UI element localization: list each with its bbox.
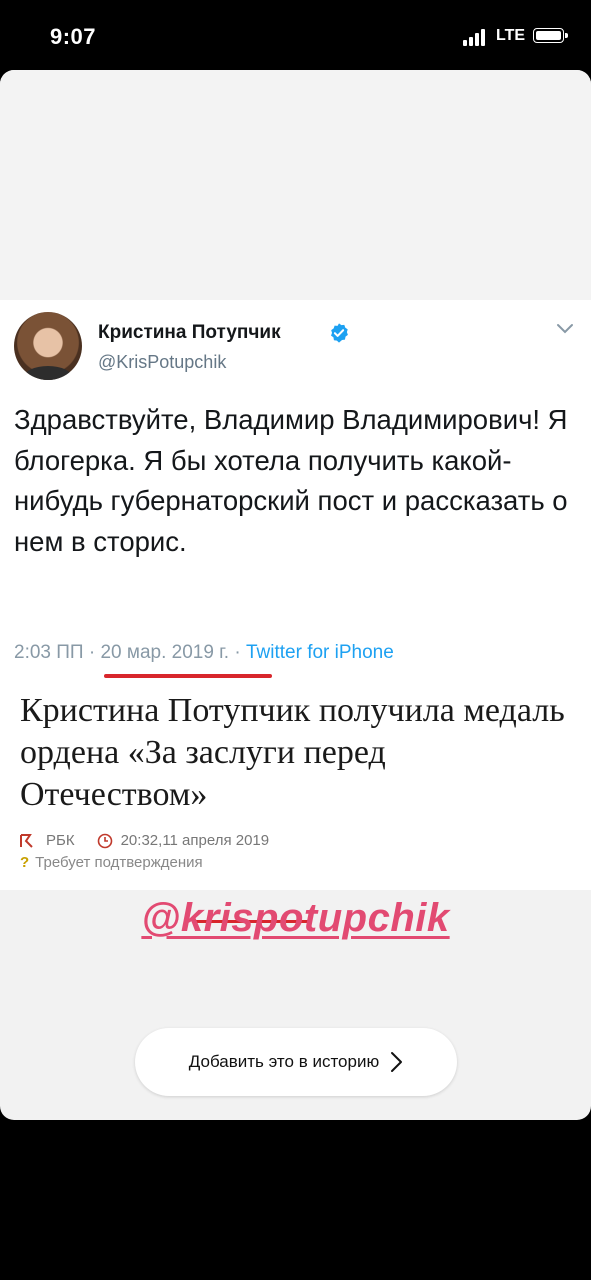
news-verification: ? Требует подтверждения <box>20 854 203 871</box>
verified-badge-icon <box>331 323 348 343</box>
news-outlet: РБК <box>46 832 75 849</box>
tweet-date: 20 мар. 2019 г. <box>100 642 230 663</box>
story-card: Кристина Потупчик @KrisPotupchik Здравст… <box>0 70 591 1120</box>
clock-icon <box>97 833 112 848</box>
tweet-meta: 2:03 ПП · 20 мар. 2019 г. · Twitter for … <box>14 642 394 664</box>
news-time: 20:32, <box>120 832 163 849</box>
tweet-handle: @KrisPotupchik <box>98 352 227 372</box>
avatar <box>14 312 82 380</box>
news-screenshot: Кристина Потупчик получила медаль ордена… <box>0 678 591 923</box>
tweet-screenshot: Кристина Потупчик @KrisPotupchik Здравст… <box>0 300 591 678</box>
cellular-signal-icon <box>463 29 489 46</box>
tweet-source: Twitter for iPhone <box>245 642 394 663</box>
tweet-text: Здравствуйте, Владимир Владимирович! Я б… <box>14 404 568 557</box>
mention-sticker[interactable]: @krispotupchik <box>0 896 591 941</box>
battery-icon <box>533 28 568 43</box>
add-to-story-button[interactable]: Добавить это в историю <box>135 1028 457 1096</box>
tweet-author-name: Кристина Потупчик <box>98 322 281 343</box>
network-type: LTE <box>496 27 526 44</box>
news-meta: РБК 20:32, 11 апреля 2019 <box>20 832 269 849</box>
question-icon: ? <box>20 854 30 871</box>
news-date: 11 апреля 2019 <box>162 832 270 849</box>
status-time: 9:07 <box>50 24 97 49</box>
meta-separator: · <box>83 642 101 663</box>
story-background <box>0 70 591 300</box>
meta-separator: · <box>229 642 246 663</box>
rbk-logo-icon <box>20 833 33 848</box>
chevron-down-icon <box>557 324 573 334</box>
chevron-right-icon <box>391 1052 403 1072</box>
news-headline: Кристина Потупчик получила медаль ордена… <box>20 692 565 813</box>
status-bar: 9:07 LTE <box>0 0 591 70</box>
add-to-story-label: Добавить это в историю <box>188 1052 380 1071</box>
news-verification-text: Требует подтверждения <box>35 854 203 871</box>
tweet-time: 2:03 ПП <box>14 642 84 663</box>
